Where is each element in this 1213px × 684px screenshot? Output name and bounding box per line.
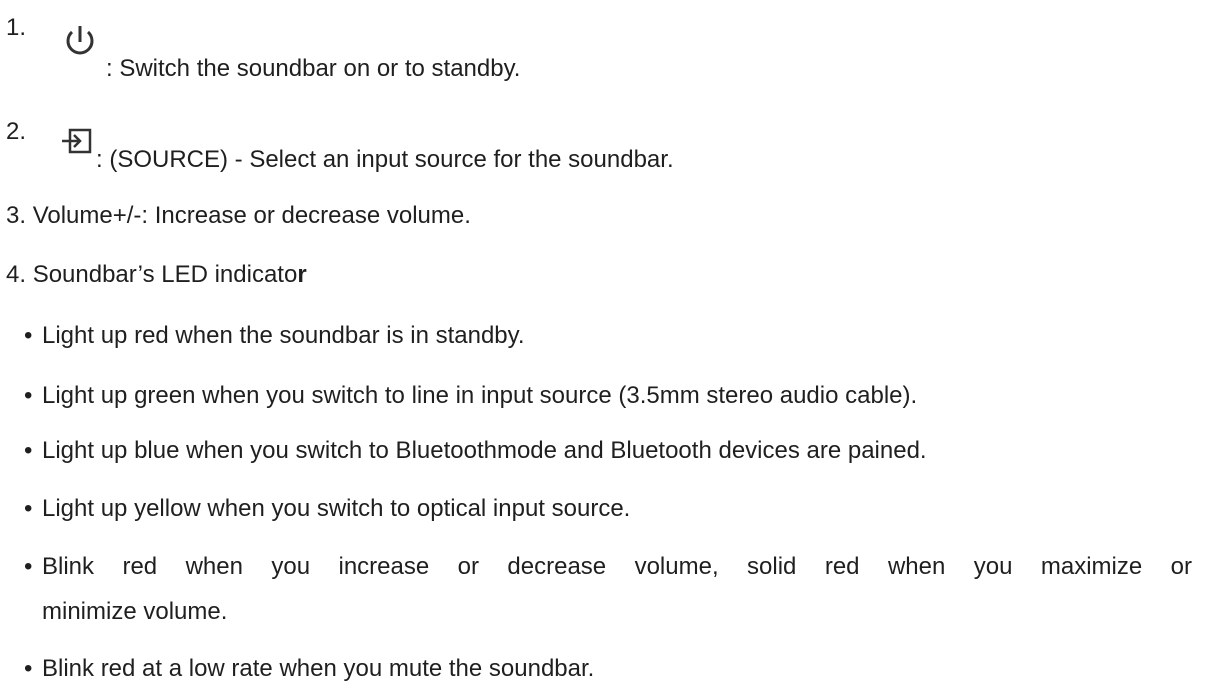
bullet-text: Light up blue when you switch to Bluetoo…: [42, 437, 927, 464]
bullet-text: Blink red at a low rate when you mute th…: [42, 655, 595, 682]
source-input-icon: [60, 126, 96, 163]
bullet-text: Light up yellow when you switch to optic…: [42, 495, 631, 522]
item-number-1: 1.: [6, 14, 27, 41]
led-bullet-4: • Light up yellow when you switch to opti…: [24, 495, 630, 523]
item-text-4: Soundbar’s LED indicato: [32, 261, 298, 288]
bullet-symbol: •: [24, 437, 33, 464]
item-number-2: 2.: [6, 118, 27, 145]
item-text-2: : (SOURCE) - Select an input source for …: [96, 146, 674, 173]
bullet-symbol: •: [24, 322, 33, 349]
bullet-text: Light up red when the soundbar is in sta…: [42, 322, 525, 349]
item-4: 4. Soundbar’s LED indicator: [6, 261, 307, 289]
bullet-symbol: •: [24, 655, 33, 682]
power-icon: [60, 20, 100, 65]
item-number-4: 4.: [6, 261, 27, 288]
led-bullet-2: • Light up green when you switch to line …: [24, 382, 917, 410]
bullet-symbol: •: [24, 553, 33, 580]
led-bullet-5: • Blink red when you increase or decrease…: [24, 553, 1194, 581]
led-bullet-1: • Light up red when the soundbar is in st…: [24, 322, 525, 350]
led-bullet-3: • Light up blue when you switch to Blueto…: [24, 437, 927, 465]
led-bullet-6: • Blink red at a low rate when you mute t…: [24, 655, 594, 683]
item-number-3: 3.: [6, 202, 27, 229]
item-text-4-bold: r: [297, 261, 307, 288]
bullet-text: Light up green when you switch to line i…: [42, 382, 918, 409]
led-bullet-5-continuation: minimize volume.: [42, 598, 228, 625]
bullet-symbol: •: [24, 382, 33, 409]
item-text-3: Volume+/-: Increase or decrease volume.: [32, 202, 471, 229]
item-3: 3. Volume+/-: Increase or decrease volum…: [6, 202, 471, 230]
bullet-symbol: •: [24, 495, 33, 522]
item-text-1: : Switch the soundbar on or to standby.: [106, 55, 521, 82]
bullet-text: Blink red when you increase or decrease …: [42, 553, 1192, 580]
